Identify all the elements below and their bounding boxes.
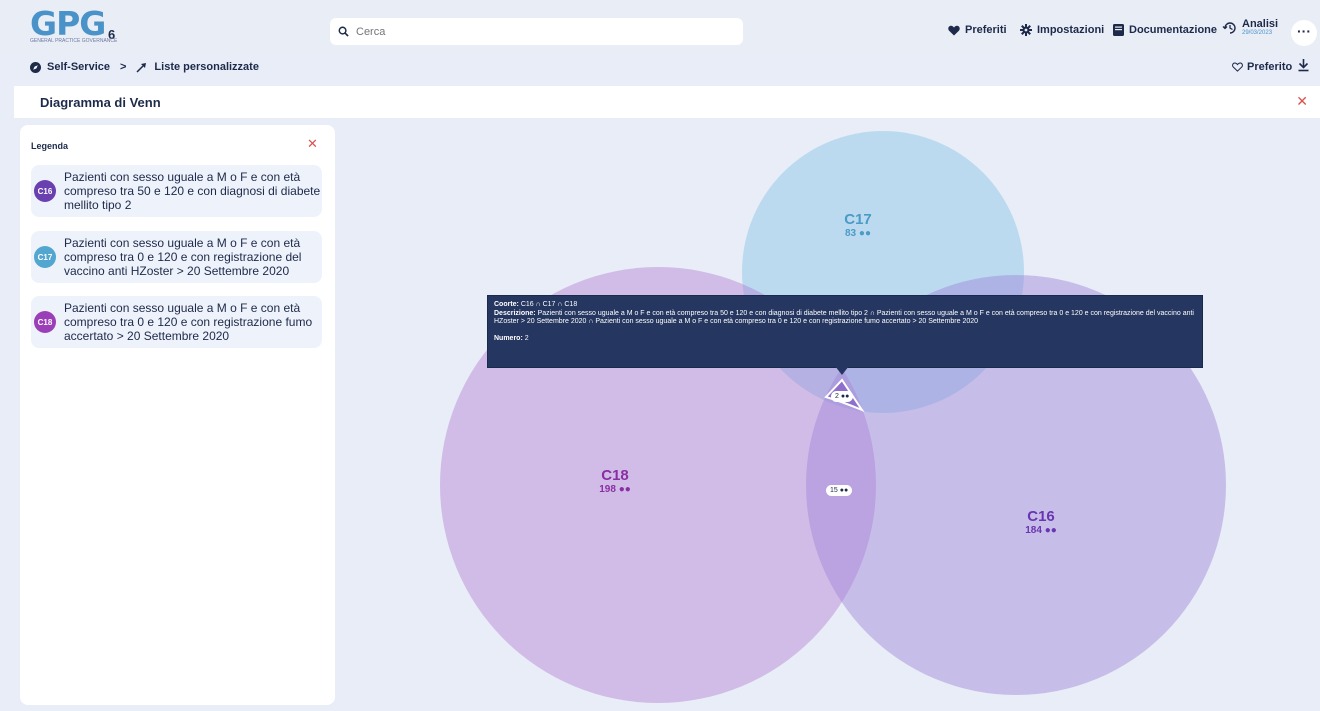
nav-preferiti-label: Preferiti — [965, 24, 1007, 36]
venn-label-c18-count-wrap: 198 ●● — [590, 484, 640, 495]
breadcrumb-liste-personalizzate[interactable]: Liste personalizzate — [154, 61, 259, 73]
legend-badge-c18: C18 — [34, 311, 56, 333]
logo-subtitle: GENERAL PRACTICE GOVERNANCE — [30, 38, 118, 44]
legend-title: Legenda — [31, 141, 69, 151]
search-input[interactable] — [354, 24, 728, 39]
tooltip-descrizione-row: Descrizione: Pazienti con sesso uguale a… — [494, 310, 1196, 327]
nav-documentazione[interactable]: Documentazione — [1113, 24, 1217, 36]
breadcrumb-self-service[interactable]: Self-Service — [47, 61, 110, 73]
tooltip-coorte-label: Coorte: — [494, 301, 519, 308]
nav-analisi-date: 29/03/2023 — [1242, 30, 1273, 36]
preferito-label: Preferito — [1247, 61, 1293, 73]
venn-label-c17-count-wrap: 83 ●● — [833, 228, 883, 239]
legend-text-c18: Pazienti con sesso uguale a M o F e con … — [64, 301, 313, 343]
breadcrumb: Self-Service > Liste personalizzate — [30, 61, 259, 73]
nav-analisi[interactable]: Analisi 29/03/2023 — [1222, 19, 1278, 37]
close-panel-icon[interactable]: ✕ — [1296, 93, 1308, 110]
tooltip-numero-row: Numero: 2 — [494, 335, 1196, 344]
download-button[interactable] — [1298, 58, 1309, 77]
people-icon: ●● — [840, 393, 850, 400]
search-box[interactable] — [330, 18, 743, 45]
people-icon: ●● — [1044, 525, 1057, 536]
venn-label-c16-count: 184 — [1025, 525, 1042, 536]
tooltip-descrizione-label: Descrizione: — [494, 309, 536, 317]
people-icon: ●● — [858, 228, 871, 239]
history-icon — [1222, 22, 1236, 34]
venn-label-c17-name: C17 — [844, 211, 872, 228]
intersection-count: 15 — [830, 487, 838, 494]
nav-preferiti[interactable]: Preferiti — [948, 24, 1007, 36]
venn-label-c16-count-wrap: 184 ●● — [1016, 525, 1066, 536]
venn-label-c18-name: C18 — [601, 467, 629, 484]
venn-label-c16-name: C16 — [1027, 508, 1055, 525]
ellipsis-icon: ··· — [1297, 23, 1311, 39]
gpg-logo[interactable]: GPG 6 GENERAL PRACTICE GOVERNANCE — [30, 4, 126, 48]
intersection-pill-c16-c18[interactable]: 15 ●● — [826, 485, 853, 496]
preferito-button[interactable]: Preferito — [1232, 61, 1292, 73]
legend-panel: Legenda ✕ C16 Pazienti con sesso uguale … — [20, 125, 335, 705]
nav-analisi-label: Analisi — [1242, 18, 1279, 30]
compass-icon — [30, 61, 41, 73]
panel-header: Diagramma di Venn ✕ — [14, 86, 1320, 118]
search-icon — [338, 26, 349, 37]
venn-label-c18-count: 198 — [599, 484, 616, 495]
intersection-pill-c16-c17-c18[interactable]: 2 ●● — [831, 391, 854, 402]
panel-title: Diagramma di Venn — [40, 95, 161, 110]
top-bar: GPG 6 GENERAL PRACTICE GOVERNANCE Prefer… — [0, 0, 1320, 54]
book-icon — [1113, 24, 1124, 36]
heart-outline-icon — [1232, 62, 1243, 72]
download-icon — [1298, 59, 1309, 72]
tooltip-coorte-row: Coorte: C16 ∩ C17 ∩ C18 — [494, 301, 1196, 310]
nav-impostazioni[interactable]: Impostazioni — [1020, 24, 1104, 36]
list-arrow-icon — [136, 62, 147, 73]
legend-text-c17: Pazienti con sesso uguale a M o F e con … — [64, 236, 302, 278]
tooltip-numero-value: 2 — [524, 334, 529, 342]
intersection-tooltip: Coorte: C16 ∩ C17 ∩ C18 Descrizione: Paz… — [487, 295, 1203, 368]
venn-diagram — [440, 131, 1226, 703]
more-menu-button[interactable]: ··· — [1291, 20, 1317, 46]
tooltip-arrow — [835, 366, 849, 375]
people-icon: ●● — [618, 484, 631, 495]
gear-icon — [1020, 24, 1032, 36]
venn-label-c18: C18 198 ●● — [590, 467, 640, 495]
tooltip-numero-label: Numero: — [494, 334, 523, 342]
legend-badge-c17: C17 — [34, 246, 56, 268]
nav-impostazioni-label: Impostazioni — [1037, 24, 1105, 36]
tooltip-descrizione-value: Pazienti con sesso uguale a M o F e con … — [494, 309, 1194, 326]
legend-item-c18[interactable]: C18 Pazienti con sesso uguale a M o F e … — [31, 296, 322, 348]
breadcrumb-separator: > — [119, 61, 127, 73]
intersection-count: 2 — [835, 393, 839, 400]
legend-badge-c16: C16 — [34, 180, 56, 202]
venn-label-c17: C17 83 ●● — [833, 211, 883, 239]
nav-documentazione-label: Documentazione — [1129, 24, 1218, 36]
heart-icon — [948, 25, 960, 35]
legend-text-c16: Pazienti con sesso uguale a M o F e con … — [64, 170, 321, 212]
venn-label-c17-count: 83 — [845, 228, 857, 239]
people-icon: ●● — [839, 487, 849, 494]
tooltip-coorte-value: C16 ∩ C17 ∩ C18 — [520, 301, 578, 308]
legend-item-c16[interactable]: C16 Pazienti con sesso uguale a M o F e … — [31, 165, 322, 217]
close-legend-icon[interactable]: ✕ — [307, 136, 318, 152]
legend-item-c17[interactable]: C17 Pazienti con sesso uguale a M o F e … — [31, 231, 322, 283]
venn-label-c16: C16 184 ●● — [1016, 508, 1066, 536]
